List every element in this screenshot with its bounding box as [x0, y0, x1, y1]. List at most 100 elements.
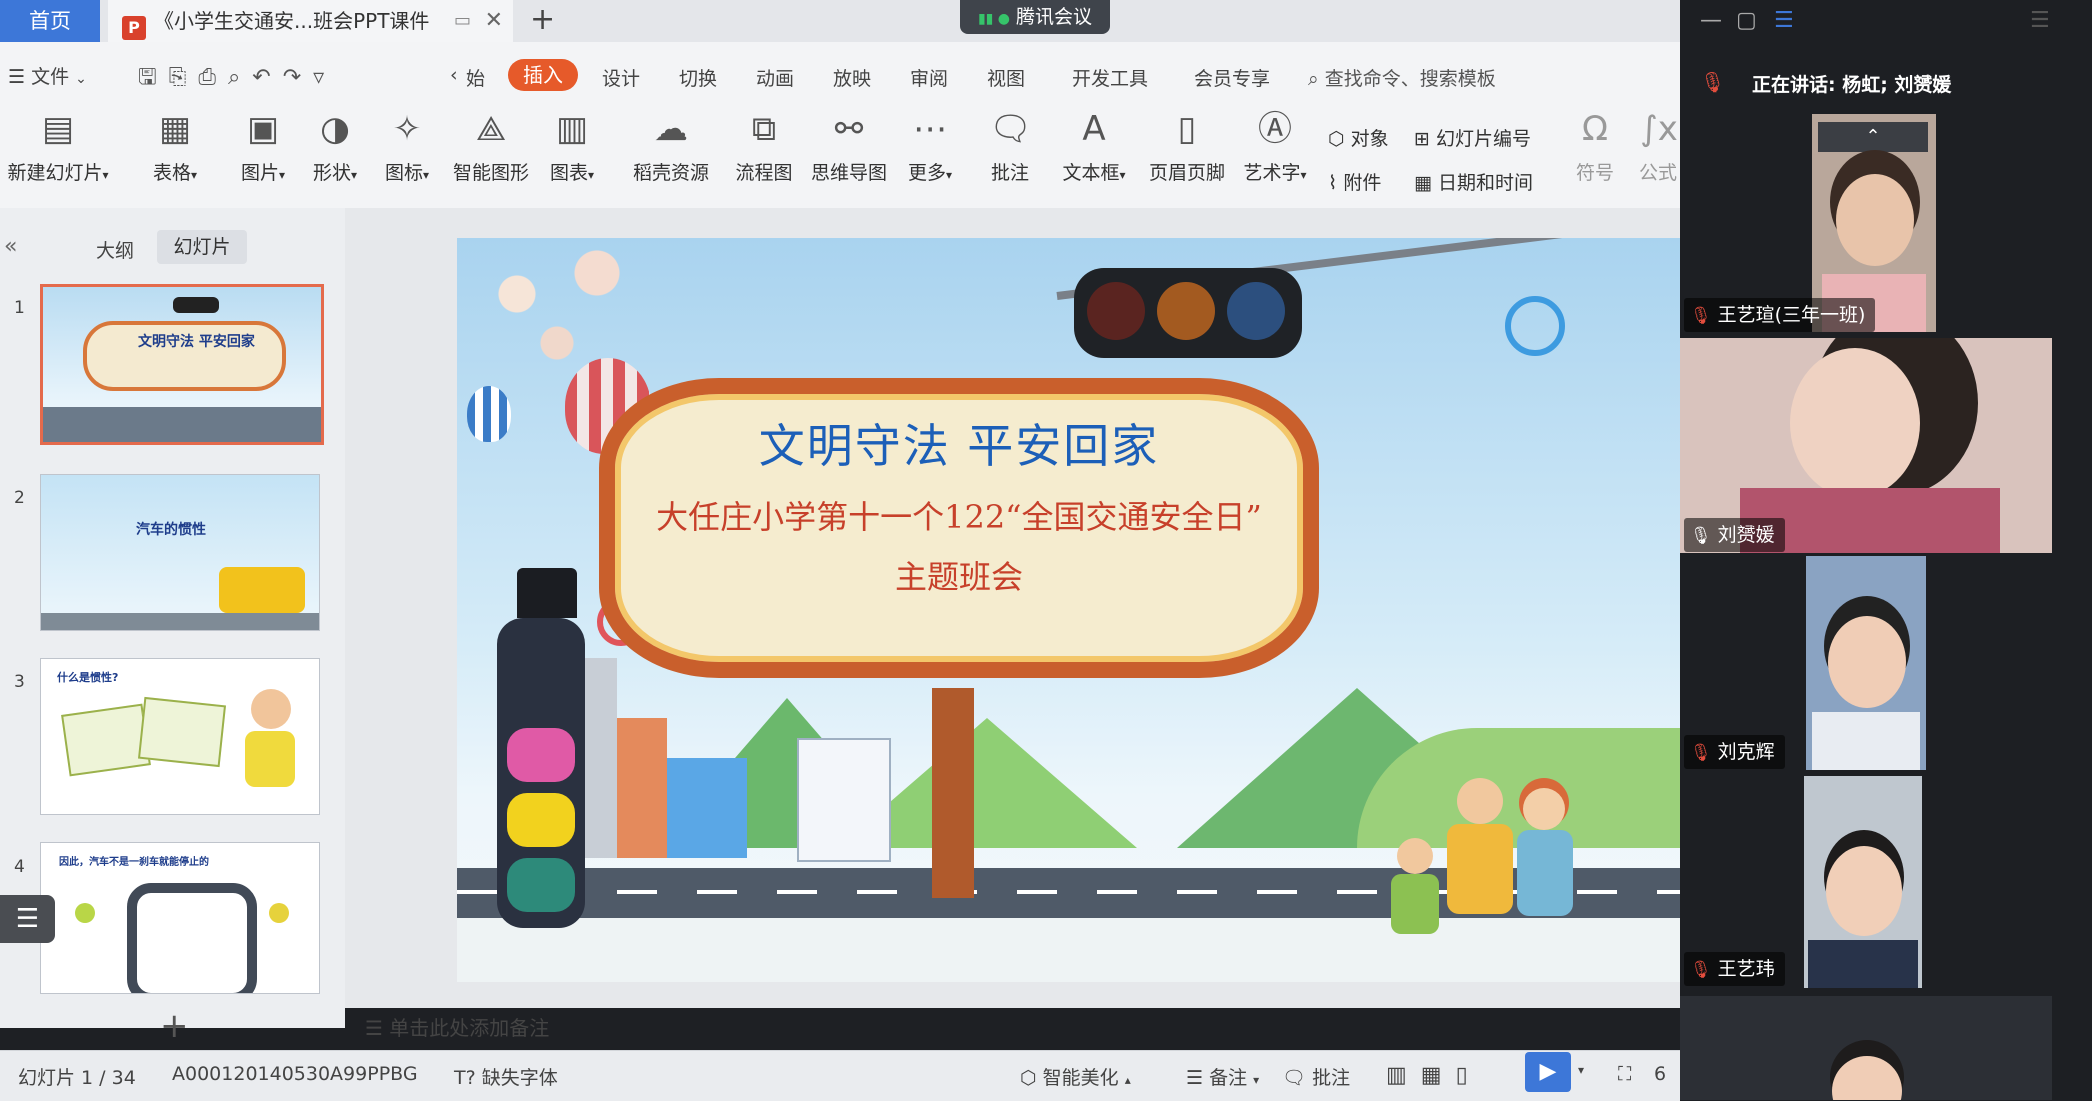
screen-icon[interactable]: ▭	[454, 0, 471, 42]
panel-menu-icon[interactable]: ☰	[2030, 8, 2050, 33]
icon-button[interactable]: ✧ 图标▾	[372, 108, 442, 185]
video-tile[interactable]	[1804, 776, 1922, 988]
mascot-pink-light	[507, 728, 575, 782]
menu-insert[interactable]: 插入	[508, 59, 578, 91]
add-slide-button[interactable]: +	[160, 1006, 189, 1046]
mindmap-button[interactable]: ⚯ 思维导图	[806, 108, 892, 185]
menu-animation[interactable]: 动画	[756, 64, 794, 91]
list-icon[interactable]: ☰	[0, 895, 55, 943]
hash-icon: ⊞	[1414, 128, 1430, 150]
menu-icon[interactable]: ☰	[1774, 8, 1794, 33]
notes-list-icon: ☰	[1186, 1067, 1204, 1089]
symbol-button[interactable]: Ω 符号	[1570, 108, 1620, 185]
more-button[interactable]: ⋯ 更多▾	[898, 108, 962, 185]
grid-view-icon[interactable]: ▦	[1421, 1063, 1456, 1088]
video-tile[interactable]	[1806, 556, 1926, 770]
notes-icon: ☰	[365, 1016, 383, 1040]
menu-review[interactable]: 审阅	[910, 64, 948, 91]
thumb-3-title: 什么是惯性?	[57, 671, 119, 684]
save-as-icon[interactable]: ⎘	[169, 65, 199, 90]
reading-view-icon[interactable]: ▯	[1456, 1063, 1482, 1088]
play-button[interactable]: ▶	[1525, 1052, 1571, 1092]
print-icon[interactable]: ⎙	[198, 65, 228, 90]
slide-thumb-3[interactable]: 什么是惯性?	[40, 658, 320, 815]
smart-graphic-icon: ⟁	[475, 109, 507, 149]
menu-slideshow[interactable]: 放映	[833, 64, 871, 91]
mascot-hat	[517, 568, 577, 618]
date-time-button[interactable]: ▦ 日期和时间	[1414, 168, 1533, 195]
slide-thumb-4[interactable]: 因此，汽车不是一刹车就能停止的	[40, 842, 320, 994]
mic-muted-icon: 🎙	[1700, 70, 1726, 94]
customize-icon[interactable]: ▿	[313, 65, 336, 90]
circle-deco	[1505, 296, 1565, 356]
video-tile[interactable]	[1680, 996, 2052, 1100]
flowchart-button[interactable]: ⧉ 流程图	[726, 108, 802, 185]
attachment-button[interactable]: ⌇ 附件	[1328, 168, 1381, 195]
new-slide-button[interactable]: ▤ 新建幻灯片▾	[2, 108, 114, 185]
wordart-icon: Ⓐ	[1258, 109, 1292, 149]
menu-transition[interactable]: 切换	[679, 64, 717, 91]
menu-developer[interactable]: 开发工具	[1072, 64, 1148, 91]
play-dropdown-icon[interactable]: ▾	[1578, 1063, 1584, 1077]
formula-button[interactable]: ∫x 公式	[1638, 108, 1678, 185]
shape-button[interactable]: ◑ 形状▾	[300, 108, 370, 185]
slide-thumb-1[interactable]: 文明守法 平安回家	[40, 284, 324, 445]
font-icon: T?	[454, 1067, 476, 1089]
wordart-button[interactable]: Ⓐ 艺术字▾	[1238, 108, 1312, 185]
comment-button[interactable]: 🗨 批注	[980, 108, 1040, 185]
comment-small-icon: 🗨	[1282, 1067, 1307, 1089]
collapse-panel-icon[interactable]: «	[4, 234, 17, 259]
slide-thumb-2[interactable]: 汽车的惯性	[40, 474, 320, 631]
chevron-left-icon[interactable]: ‹	[450, 64, 458, 86]
close-tab-icon[interactable]: ✕	[485, 0, 503, 42]
missing-font-button[interactable]: T? 缺失字体	[454, 1063, 558, 1090]
minimize-icon[interactable]: —	[1700, 8, 1722, 33]
tab-document[interactable]: P 《小学生交通安...班会PPT课件 ▭ ✕	[108, 0, 513, 42]
mom-body	[1517, 830, 1573, 916]
picture-button[interactable]: ▣ 图片▾	[228, 108, 298, 185]
building	[667, 758, 747, 858]
comments-toggle[interactable]: 🗨 批注	[1282, 1063, 1350, 1090]
participant-shirt	[1808, 940, 1918, 988]
command-search[interactable]: ⌕ 查找命令、搜索模板	[1308, 64, 1496, 91]
participant-name-label: 王艺瑄(三年一班)	[1717, 304, 1866, 326]
notes-toggle[interactable]: ☰ 备注 ▾	[1186, 1063, 1259, 1090]
mindmap-label: 思维导图	[810, 162, 887, 184]
print-preview-icon[interactable]: ⌕	[228, 65, 252, 90]
save-icon[interactable]: 🖫	[138, 65, 169, 90]
redo-icon[interactable]: ↷	[283, 65, 313, 90]
fit-window-icon[interactable]: ⛶	[1618, 1063, 1631, 1085]
textbox-button[interactable]: A 文本框▾	[1054, 108, 1134, 185]
table-button[interactable]: ▦ 表格▾	[140, 108, 210, 185]
smart-graphic-label: 智能图形	[452, 162, 529, 184]
hot-air-balloon-blue	[467, 386, 511, 442]
header-footer-button[interactable]: ▯ 页眉页脚	[1146, 108, 1228, 185]
object-icon: ⬡	[1328, 128, 1345, 150]
menu-view[interactable]: 视图	[987, 64, 1025, 91]
tab-outline[interactable]: 大纲	[96, 236, 134, 263]
undo-icon[interactable]: ↶	[252, 65, 282, 90]
mascot-yellow-light	[507, 793, 575, 847]
chart-button[interactable]: ▥ 图表▾	[540, 108, 604, 185]
smart-beautify-button[interactable]: ⬡ 智能美化 ▴	[1020, 1063, 1131, 1090]
menu-member[interactable]: 会员专享	[1194, 64, 1270, 91]
maximize-icon[interactable]: ▢	[1736, 8, 1757, 33]
meeting-badge[interactable]: ▮▮ ● 腾讯会议	[960, 0, 1110, 34]
docer-resource-button[interactable]: ☁ 稻壳资源	[628, 108, 714, 185]
mic-muted-icon: 🎙	[1690, 960, 1712, 980]
menu-design[interactable]: 设计	[602, 64, 640, 91]
slide-canvas[interactable]: 文明守法 平安回家 大任庄小学第十一个122“全国交通安全日” 主题班会	[457, 238, 1680, 982]
participant-face	[1790, 348, 1920, 498]
shape-icon: ◑	[320, 109, 350, 149]
slide-number-button[interactable]: ⊞ 幻灯片编号	[1414, 124, 1531, 151]
collapse-up-icon[interactable]: ⌃	[1818, 122, 1928, 152]
smart-graphic-button[interactable]: ⟁ 智能图形	[448, 108, 534, 185]
object-button[interactable]: ⬡ 对象	[1328, 124, 1389, 151]
menu-start[interactable]: 始	[466, 64, 485, 91]
tab-home[interactable]: 首页	[0, 0, 100, 42]
new-tab-button[interactable]: +	[530, 0, 555, 40]
normal-view-icon[interactable]: ▥	[1386, 1063, 1421, 1088]
tab-slides[interactable]: 幻灯片	[157, 230, 247, 264]
file-menu[interactable]: ☰ 文件 ⌄	[8, 62, 87, 89]
notes-area[interactable]: ☰ 单击此处添加备注	[365, 1012, 549, 1041]
